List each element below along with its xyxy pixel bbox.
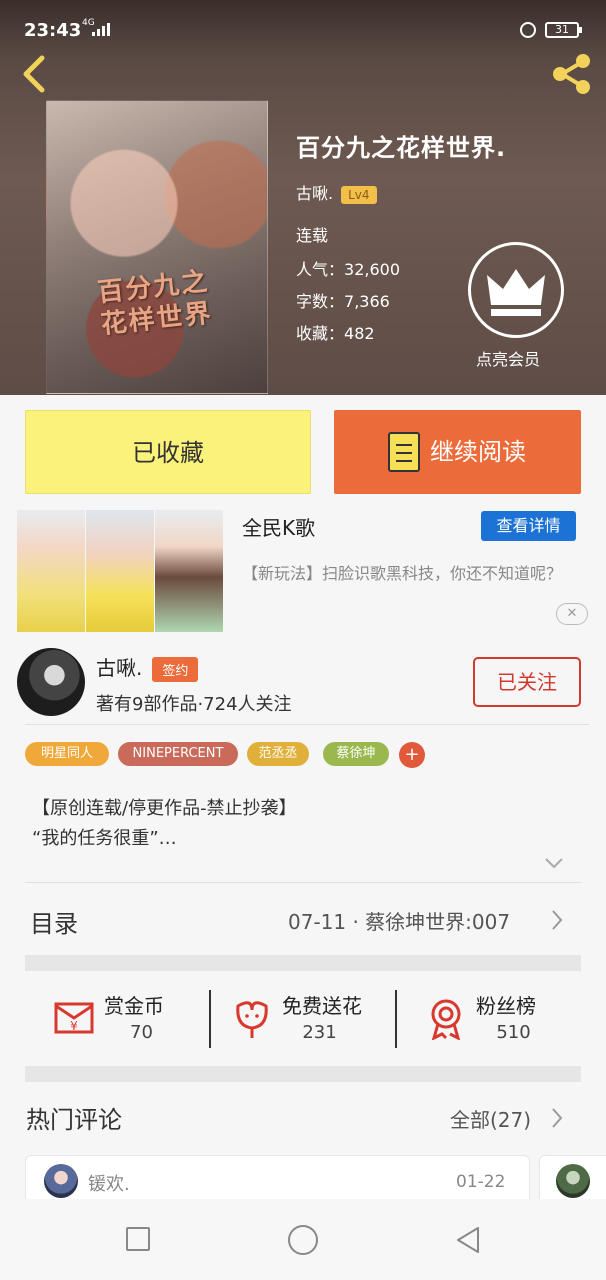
crown-icon xyxy=(487,269,545,316)
section-separator xyxy=(25,1066,581,1082)
reward-coins-label: 赏金币 xyxy=(104,994,164,1018)
status-bar: 23:43 4G 31 xyxy=(0,0,606,44)
divider xyxy=(25,882,581,883)
reward-flowers-count: 231 xyxy=(302,1022,337,1043)
chevron-down-icon[interactable] xyxy=(544,856,564,870)
reward-fans-label: 粉丝榜 xyxy=(476,994,536,1018)
avatar[interactable] xyxy=(44,1164,78,1198)
vip-button[interactable] xyxy=(468,242,564,338)
section-separator xyxy=(25,955,581,971)
chevron-right-icon[interactable] xyxy=(550,1106,564,1130)
book-cover[interactable]: 百分九之花样世界 xyxy=(46,100,268,394)
comment-card[interactable]: 锾欢. 01-22 xyxy=(25,1155,530,1199)
book-status: 连载 xyxy=(296,226,329,245)
status-time: 23:43 xyxy=(24,20,82,41)
favorited-button[interactable]: 已收藏 xyxy=(25,410,311,494)
tag-1[interactable]: NINEPERCENT xyxy=(118,742,238,766)
reward-flowers-label: 免费送花 xyxy=(282,994,362,1018)
rotation-lock-icon xyxy=(520,22,536,38)
book-header: 23:43 4G 31 百分九之花样世界 百分九之花样世界. 古啾. Lv4 连载… xyxy=(0,0,606,395)
share-icon[interactable] xyxy=(550,52,594,96)
tag-3[interactable]: 蔡徐坤 xyxy=(323,742,389,766)
more-tags-button[interactable]: + xyxy=(399,742,425,768)
level-badge: Lv4 xyxy=(341,185,377,204)
description-line-2: “我的任务很重”… xyxy=(32,828,177,849)
hot-comments-title: 热门评论 xyxy=(26,1106,122,1134)
recent-apps-icon[interactable] xyxy=(126,1227,150,1251)
comment-username: 锾欢. xyxy=(88,1174,130,1195)
signal-icon xyxy=(92,22,110,36)
reward-coins-count: 70 xyxy=(130,1022,153,1043)
description-line-1: 【原创连载/停更作品-禁止抄袭】 xyxy=(32,798,297,819)
cover-title-art: 百分九之花样世界 xyxy=(96,266,214,341)
signed-badge: 签约 xyxy=(152,657,199,682)
all-comments-link[interactable]: 全部(27) xyxy=(450,1104,531,1133)
nav-back-icon[interactable] xyxy=(454,1225,482,1255)
reward-fans[interactable]: 粉丝榜 510 xyxy=(424,986,604,1056)
red-envelope-icon: ¥ xyxy=(54,1002,94,1034)
comment-date: 01-22 xyxy=(456,1172,506,1192)
author-name: 古啾. xyxy=(96,656,143,680)
favorites-stat: 收藏：482 xyxy=(296,324,375,343)
author-name-line[interactable]: 古啾. 签约 xyxy=(96,652,199,682)
home-icon[interactable] xyxy=(288,1225,318,1255)
vip-label[interactable]: 点亮会员 xyxy=(476,346,540,370)
reward-coins[interactable]: ¥ 赏金币 70 xyxy=(52,986,232,1056)
continue-reading-button[interactable]: 继续阅读 xyxy=(334,410,581,494)
chevron-right-icon[interactable] xyxy=(550,908,564,932)
book-description: 【原创连载/停更作品-禁止抄袭】 “我的任务很重”… xyxy=(32,794,297,854)
book-icon xyxy=(388,432,420,472)
battery-icon: 31 xyxy=(545,22,582,38)
flower-icon xyxy=(236,1001,268,1038)
ad-image-3[interactable] xyxy=(155,510,223,632)
book-title: 百分九之花样世界. xyxy=(296,134,507,162)
ad-images[interactable] xyxy=(17,510,223,632)
back-icon[interactable] xyxy=(18,54,48,94)
ad-close-icon[interactable]: ✕ xyxy=(556,603,588,625)
ad-description[interactable]: 【新玩法】扫脸识歌黑科技，你还不知道呢？ xyxy=(242,560,592,588)
author-stats: 著有9部作品·724人关注 xyxy=(96,694,292,715)
reward-flowers[interactable]: 免费送花 231 xyxy=(230,986,410,1056)
toc-label[interactable]: 目录 xyxy=(30,904,78,939)
reward-fans-count: 510 xyxy=(496,1022,531,1043)
word-count-stat: 字数：7,366 xyxy=(296,292,390,311)
author-avatar[interactable] xyxy=(17,648,85,716)
tag-0[interactable]: 明星同人 xyxy=(25,742,109,766)
vertical-divider xyxy=(209,990,211,1048)
book-author-line: 古啾. Lv4 xyxy=(296,180,377,204)
medal-icon xyxy=(431,999,461,1040)
book-author: 古啾. xyxy=(296,184,334,203)
toc-latest-chapter[interactable]: 07-11 · 蔡徐坤世界:007 xyxy=(288,906,510,935)
vertical-divider xyxy=(395,990,397,1048)
comment-card[interactable] xyxy=(539,1155,606,1199)
avatar[interactable] xyxy=(556,1164,590,1198)
divider xyxy=(25,724,589,725)
ad-title[interactable]: 全民K歌 xyxy=(242,512,315,541)
follow-button[interactable]: 已关注 xyxy=(473,657,581,707)
svg-text:¥: ¥ xyxy=(70,1019,78,1033)
ad-image-1[interactable] xyxy=(17,510,85,632)
tag-2[interactable]: 范丞丞 xyxy=(247,742,309,766)
system-nav-bar xyxy=(0,1199,606,1280)
ad-detail-button[interactable]: 查看详情 xyxy=(481,511,576,541)
ad-image-2[interactable] xyxy=(86,510,154,632)
popularity-stat: 人气：32,600 xyxy=(296,260,400,279)
continue-reading-label: 继续阅读 xyxy=(430,438,526,466)
